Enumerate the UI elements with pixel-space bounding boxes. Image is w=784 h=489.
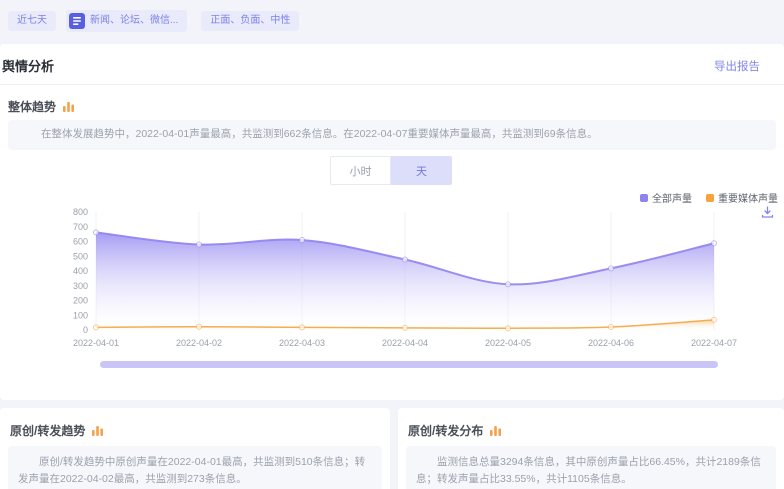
original-repost-trend-title: 原创/转发趋势 bbox=[10, 422, 85, 439]
toggle-hour-button[interactable]: 小时 bbox=[330, 156, 391, 185]
original-repost-trend-summary-box: 原创/转发趋势中原创声量在2022-04-01最高，共监测到510条信息；转发声… bbox=[8, 446, 382, 489]
svg-text:400: 400 bbox=[73, 266, 88, 276]
svg-text:2022-04-07: 2022-04-07 bbox=[691, 338, 737, 348]
svg-text:300: 300 bbox=[73, 281, 88, 291]
original-repost-distribution-summary-box: 监测信息总量3294条信息，其中原创声量占比66.45%，共计2189条信息；转… bbox=[406, 446, 776, 489]
toggle-day-button[interactable]: 天 bbox=[391, 156, 452, 185]
datazoom-slider[interactable] bbox=[100, 361, 718, 368]
svg-text:2022-04-03: 2022-04-03 bbox=[279, 338, 325, 348]
analysis-card: 舆情分析 导出报告 整体趋势 在整体发展趋势中，2022-04-01声量最高，共… bbox=[0, 44, 784, 400]
svg-text:800: 800 bbox=[73, 207, 88, 217]
svg-text:2022-04-06: 2022-04-06 bbox=[588, 338, 634, 348]
svg-text:0: 0 bbox=[83, 325, 88, 335]
granularity-toggle: 小时 天 bbox=[330, 156, 452, 185]
header-divider bbox=[0, 84, 784, 85]
export-report-link[interactable]: 导出报告 bbox=[714, 58, 760, 74]
page-title: 舆情分析 bbox=[2, 56, 54, 75]
overall-trend-title: 整体趋势 bbox=[8, 98, 56, 115]
svg-text:100: 100 bbox=[73, 310, 88, 320]
filter-sentiments[interactable]: 正面、负面、中性 bbox=[201, 11, 299, 31]
trend-chart[interactable]: 0 100 200 300 400 500 600 700 800 2022-04-01 2022-… bbox=[56, 200, 780, 350]
filter-sources-label: 新闻、论坛、微信... bbox=[90, 16, 178, 26]
svg-text:200: 200 bbox=[73, 296, 88, 306]
svg-text:500: 500 bbox=[73, 251, 88, 261]
trend-section-icon bbox=[62, 100, 75, 113]
overall-trend-summary: 在整体发展趋势中，2022-04-01声量最高，共监测到662条信息。在2022… bbox=[20, 127, 764, 143]
overall-trend-summary-box: 在整体发展趋势中，2022-04-01声量最高，共监测到662条信息。在2022… bbox=[8, 120, 776, 150]
original-repost-distribution-title: 原创/转发分布 bbox=[408, 422, 483, 439]
source-icon bbox=[69, 13, 85, 29]
filter-sources[interactable]: 新闻、论坛、微信... bbox=[66, 10, 187, 32]
filter-chip-row: 近七天 新闻、论坛、微信... 正面、负面、中性 bbox=[8, 10, 299, 32]
original-repost-distribution-summary: 监测信息总量3294条信息，其中原创声量占比66.45%，共计2189条信息；转… bbox=[416, 454, 766, 488]
original-repost-trend-summary: 原创/转发趋势中原创声量在2022-04-01最高，共监测到510条信息；转发声… bbox=[18, 454, 372, 488]
svg-text:600: 600 bbox=[73, 237, 88, 247]
svg-text:2022-04-04: 2022-04-04 bbox=[382, 338, 428, 348]
original-repost-distribution-card: 原创/转发分布 监测信息总量3294条信息，其中原创声量占比66.45%，共计2… bbox=[398, 408, 784, 489]
svg-text:2022-04-02: 2022-04-02 bbox=[176, 338, 222, 348]
svg-text:2022-04-05: 2022-04-05 bbox=[485, 338, 531, 348]
svg-text:700: 700 bbox=[73, 222, 88, 232]
original-repost-distribution-icon bbox=[489, 424, 502, 437]
filter-time-range[interactable]: 近七天 bbox=[8, 11, 56, 31]
original-repost-trend-icon bbox=[91, 424, 104, 437]
svg-text:2022-04-01: 2022-04-01 bbox=[73, 338, 119, 348]
original-repost-trend-card: 原创/转发趋势 原创/转发趋势中原创声量在2022-04-01最高，共监测到51… bbox=[0, 408, 390, 489]
